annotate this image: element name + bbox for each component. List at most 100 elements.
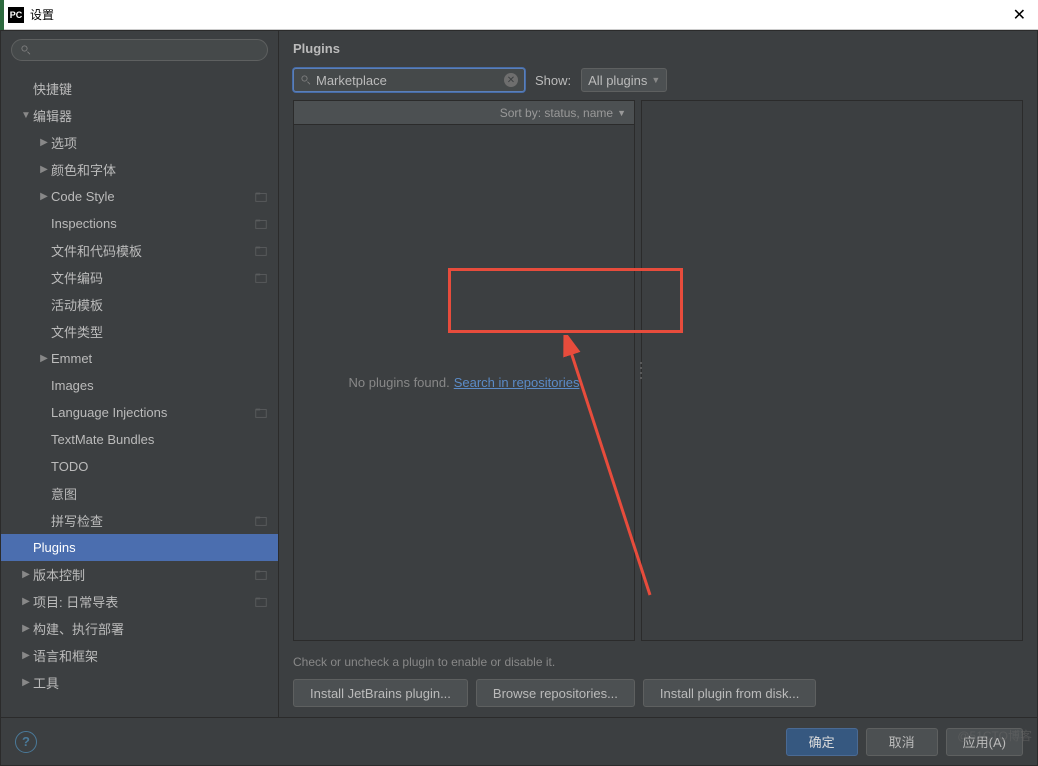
plugin-hint: Check or uncheck a plugin to enable or d… (279, 649, 1037, 675)
sidebar-item[interactable]: Images (1, 372, 278, 399)
sidebar-item[interactable]: ▶颜色和字体 (1, 156, 278, 183)
help-icon[interactable]: ? (15, 731, 37, 753)
ok-button[interactable]: 确定 (786, 728, 858, 756)
sidebar-item[interactable]: ▶构建、执行部署 (1, 615, 278, 642)
dialog-footer: ? 确定 取消 应用(A) (1, 717, 1037, 765)
sidebar-item-label: 文件类型 (51, 322, 268, 341)
search-icon (20, 44, 32, 56)
tree-arrow-icon: ▶ (19, 650, 33, 661)
tree-arrow-icon: ▶ (37, 191, 51, 202)
sidebar-item-label: 语言和框架 (33, 646, 268, 665)
sidebar-item-label: 颜色和字体 (51, 160, 268, 179)
sidebar-item-label: Inspections (51, 216, 254, 231)
sort-header[interactable]: Sort by: status, name ▼ (294, 101, 634, 125)
sidebar-item[interactable]: ▶版本控制 (1, 561, 278, 588)
sidebar-item-label: TextMate Bundles (51, 432, 268, 447)
search-icon (300, 74, 312, 86)
sidebar-item[interactable]: 文件编码 (1, 264, 278, 291)
sidebar-item-label: 活动模板 (51, 295, 268, 314)
install-jetbrains-plugin-button[interactable]: Install JetBrains plugin... (293, 679, 468, 707)
sidebar-item-label: Plugins (33, 540, 268, 555)
tree-arrow-icon: ▶ (19, 623, 33, 634)
sidebar-item[interactable]: ▶项目: 日常导表 (1, 588, 278, 615)
project-scope-icon (254, 217, 268, 231)
plugin-list-panel: Sort by: status, name ▼ No plugins found… (293, 100, 635, 641)
sidebar-item-label: 选项 (51, 133, 268, 152)
sidebar-item[interactable]: Plugins (1, 534, 278, 561)
sidebar-item[interactable]: 快捷键 (1, 75, 278, 102)
browse-repositories-button[interactable]: Browse repositories... (476, 679, 635, 707)
project-scope-icon (254, 190, 268, 204)
tree-arrow-icon: ▶ (19, 569, 33, 580)
plugin-detail-panel (641, 100, 1023, 641)
sidebar-item[interactable]: 活动模板 (1, 291, 278, 318)
sidebar-item[interactable]: ▶Emmet (1, 345, 278, 372)
project-scope-icon (254, 568, 268, 582)
settings-dialog: 快捷键▼编辑器▶选项▶颜色和字体▶Code StyleInspections文件… (0, 30, 1038, 766)
sidebar-item-label: Code Style (51, 189, 254, 204)
settings-sidebar: 快捷键▼编辑器▶选项▶颜色和字体▶Code StyleInspections文件… (1, 31, 279, 717)
sidebar-item[interactable]: 意图 (1, 480, 278, 507)
sidebar-item-label: 快捷键 (33, 79, 268, 98)
sidebar-item-label: Images (51, 378, 268, 393)
cancel-button[interactable]: 取消 (866, 728, 938, 756)
sidebar-item-label: 文件编码 (51, 268, 254, 287)
sort-label: Sort by: status, name (500, 106, 613, 120)
install-from-disk-button[interactable]: Install plugin from disk... (643, 679, 816, 707)
plugin-search-input[interactable]: ✕ (293, 68, 525, 92)
show-filter-dropdown[interactable]: All plugins ▼ (581, 68, 667, 92)
project-scope-icon (254, 406, 268, 420)
sidebar-item-label: 构建、执行部署 (33, 619, 268, 638)
splitter-handle[interactable] (638, 361, 644, 381)
empty-text: No plugins found. (349, 375, 450, 390)
sidebar-item[interactable]: ▼编辑器 (1, 102, 278, 129)
sidebar-item[interactable]: 拼写检查 (1, 507, 278, 534)
plugin-list-empty: No plugins found. Search in repositories (294, 125, 634, 640)
close-icon[interactable]: ✕ (1009, 5, 1030, 25)
project-scope-icon (254, 595, 268, 609)
show-label: Show: (535, 73, 571, 88)
sidebar-item[interactable]: ▶选项 (1, 129, 278, 156)
tree-arrow-icon: ▶ (19, 596, 33, 607)
window-edge-decor (0, 0, 4, 30)
app-icon: PC (8, 7, 24, 23)
sidebar-item[interactable]: ▶Code Style (1, 183, 278, 210)
sidebar-item-label: 文件和代码模板 (51, 241, 254, 260)
settings-tree[interactable]: 快捷键▼编辑器▶选项▶颜色和字体▶Code StyleInspections文件… (1, 69, 278, 717)
window-title: 设置 (30, 6, 1009, 23)
sidebar-item-label: Emmet (51, 351, 268, 366)
sidebar-item[interactable]: ▶语言和框架 (1, 642, 278, 669)
sidebar-item[interactable]: Inspections (1, 210, 278, 237)
sidebar-item-label: TODO (51, 459, 268, 474)
tree-arrow-icon: ▶ (19, 677, 33, 688)
tree-arrow-icon: ▶ (37, 164, 51, 175)
sidebar-search-input[interactable] (11, 39, 268, 61)
sidebar-item-label: 工具 (33, 673, 268, 692)
tree-arrow-icon: ▼ (19, 110, 33, 121)
chevron-down-icon: ▼ (617, 108, 626, 118)
sidebar-item[interactable]: 文件和代码模板 (1, 237, 278, 264)
page-title: Plugins (279, 31, 1037, 60)
project-scope-icon (254, 244, 268, 258)
title-bar: PC 设置 ✕ (0, 0, 1038, 30)
sidebar-item[interactable]: TODO (1, 453, 278, 480)
watermark: @51CTO博客 (957, 727, 1032, 744)
sidebar-item-label: 拼写检查 (51, 511, 254, 530)
content-pane: Plugins ✕ Show: All plugins ▼ Sort by: s… (279, 31, 1037, 717)
sidebar-item[interactable]: ▶工具 (1, 669, 278, 696)
project-scope-icon (254, 514, 268, 528)
sidebar-item[interactable]: 文件类型 (1, 318, 278, 345)
sidebar-item-label: 编辑器 (33, 106, 268, 125)
sidebar-search-wrap (1, 31, 278, 69)
project-scope-icon (254, 271, 268, 285)
show-filter-value: All plugins (588, 73, 647, 88)
sidebar-item[interactable]: TextMate Bundles (1, 426, 278, 453)
sidebar-item-label: 项目: 日常导表 (33, 592, 254, 611)
plugin-search-value[interactable] (316, 73, 504, 88)
sidebar-item-label: 版本控制 (33, 565, 254, 584)
tree-arrow-icon: ▶ (37, 353, 51, 364)
clear-search-icon[interactable]: ✕ (504, 73, 518, 87)
sidebar-item-label: Language Injections (51, 405, 254, 420)
search-repositories-link[interactable]: Search in repositories (454, 375, 580, 390)
sidebar-item[interactable]: Language Injections (1, 399, 278, 426)
